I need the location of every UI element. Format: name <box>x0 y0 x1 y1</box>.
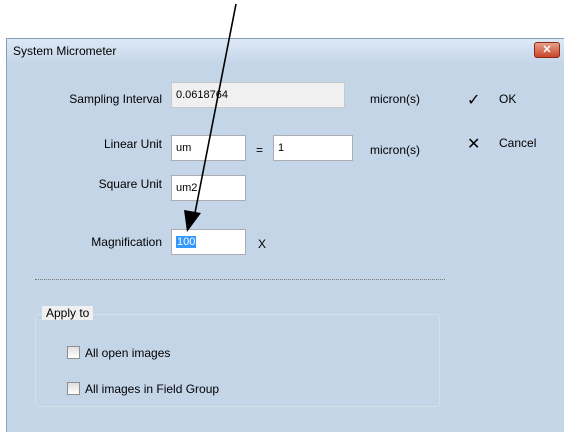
annotation-arrow <box>184 3 237 232</box>
arrow-line <box>193 3 237 219</box>
arrow-head <box>184 210 201 232</box>
